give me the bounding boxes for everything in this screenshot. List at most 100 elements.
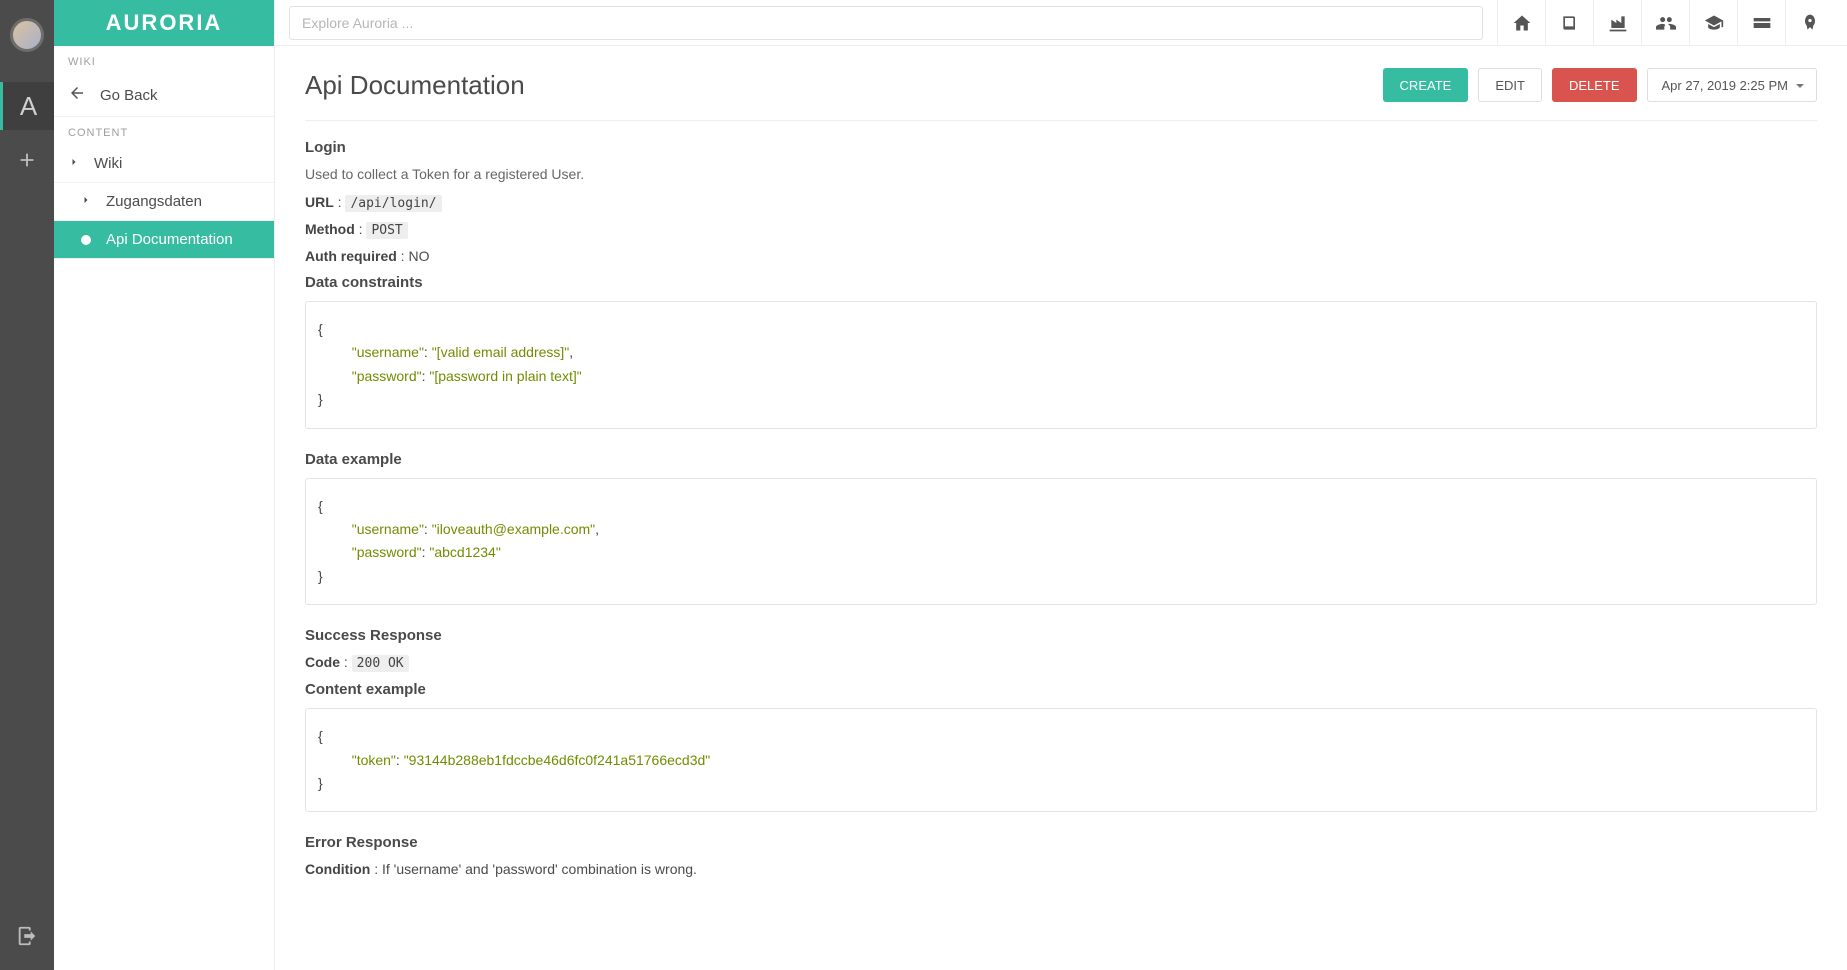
heading-success: Success Response <box>305 627 1817 644</box>
colon: : <box>424 344 432 360</box>
comma: , <box>595 521 599 537</box>
card-icon <box>1752 13 1772 33</box>
chevron-right-icon <box>80 193 92 210</box>
sidebar-item-api-documentation[interactable]: Api Documentation <box>54 221 274 259</box>
code-constraints: { "username": "[valid email address]", "… <box>305 301 1817 429</box>
sidebar-item-zugangsdaten-label: Zugangsdaten <box>106 193 202 210</box>
sidebar-item-wiki-label: Wiki <box>94 155 122 172</box>
sidebar-item-wiki[interactable]: Wiki <box>54 145 274 183</box>
code-key: "username" <box>352 344 424 360</box>
nav-card[interactable] <box>1737 0 1785 46</box>
nav-graduation[interactable] <box>1689 0 1737 46</box>
chevron-right-icon <box>68 155 80 172</box>
delete-button[interactable]: DELETE <box>1552 68 1637 102</box>
create-button[interactable]: CREATE <box>1383 68 1469 102</box>
mini-rail: A <box>0 0 54 970</box>
sidebar-item-zugangsdaten[interactable]: Zugangsdaten <box>54 183 274 221</box>
arrow-left-icon <box>68 84 86 106</box>
nav-home[interactable] <box>1497 0 1545 46</box>
sidebar-go-back[interactable]: Go Back <box>54 74 274 117</box>
heading-error: Error Response <box>305 834 1817 851</box>
code-str: "[valid email address]" <box>432 344 570 360</box>
colon: : <box>355 221 367 237</box>
kv-auth: Auth required : NO <box>305 248 1817 264</box>
users-icon <box>1656 13 1676 33</box>
method-value: POST <box>366 222 407 239</box>
colon: : <box>370 861 382 877</box>
colon: : <box>340 654 352 670</box>
code-str: "abcd1234" <box>429 544 500 560</box>
login-description: Used to collect a Token for a registered… <box>305 166 1817 182</box>
avatar[interactable] <box>10 18 44 52</box>
brace: { <box>318 728 323 744</box>
brace: { <box>318 321 323 337</box>
rail-workspace-letter[interactable]: A <box>0 82 54 130</box>
top-bar <box>275 0 1847 46</box>
code-key: "password" <box>352 368 422 384</box>
kv-method: Method : POST <box>305 221 1817 238</box>
dot-icon <box>80 235 92 245</box>
code-str: "93144b288eb1fdccbe46d6fc0f241a51766ecd3… <box>404 752 711 768</box>
sidebar-section-content-title: CONTENT <box>54 117 274 145</box>
logout-icon <box>16 925 38 947</box>
url-value: /api/login/ <box>345 195 441 212</box>
comma: , <box>569 344 573 360</box>
kv-url: URL : /api/login/ <box>305 194 1817 211</box>
rocket-icon <box>1800 13 1820 33</box>
brace: } <box>318 391 323 407</box>
home-icon <box>1512 13 1532 33</box>
code-str: "iloveauth@example.com" <box>432 521 595 537</box>
date-value: Apr 27, 2019 2:25 PM <box>1662 78 1788 93</box>
page-content: Api Documentation CREATE EDIT DELETE Apr… <box>275 46 1847 970</box>
kv-code: Code : 200 OK <box>305 654 1817 671</box>
graduation-icon <box>1704 13 1724 33</box>
code-value: 200 OK <box>352 655 409 672</box>
nav-rocket[interactable] <box>1785 0 1833 46</box>
page-header: Api Documentation CREATE EDIT DELETE Apr… <box>305 68 1817 102</box>
code-key: "password" <box>352 544 422 560</box>
code-key: "username" <box>352 521 424 537</box>
nav-industry[interactable] <box>1593 0 1641 46</box>
page-actions: CREATE EDIT DELETE Apr 27, 2019 2:25 PM <box>1383 68 1817 102</box>
logout-button[interactable] <box>0 912 54 960</box>
add-workspace-button[interactable] <box>0 136 54 184</box>
industry-icon <box>1608 13 1628 33</box>
colon: : <box>396 752 404 768</box>
condition-label: Condition <box>305 861 370 877</box>
url-label: URL <box>305 194 334 210</box>
brace: { <box>318 498 323 514</box>
sidebar-section-wiki-title: WIKI <box>54 46 274 74</box>
nav-book[interactable] <box>1545 0 1593 46</box>
plus-icon <box>16 149 38 171</box>
heading-login: Login <box>305 139 1817 156</box>
code-key: "token" <box>352 752 396 768</box>
book-icon <box>1560 13 1580 33</box>
date-dropdown[interactable]: Apr 27, 2019 2:25 PM <box>1647 68 1817 102</box>
sidebar: AURORIA WIKI Go Back CONTENT Wiki Zugang… <box>54 0 275 970</box>
code-label: Code <box>305 654 340 670</box>
colon: : <box>334 194 346 210</box>
sidebar-item-api-documentation-label: Api Documentation <box>106 231 233 248</box>
heading-data-example: Data example <box>305 451 1817 468</box>
main-column: Api Documentation CREATE EDIT DELETE Apr… <box>275 0 1847 970</box>
top-icons <box>1497 0 1833 46</box>
heading-content-example: Content example <box>305 681 1817 698</box>
heading-constraints: Data constraints <box>305 274 1817 291</box>
divider <box>305 120 1817 121</box>
document-body: Login Used to collect a Token for a regi… <box>305 139 1817 877</box>
brace: } <box>318 775 323 791</box>
code-data-example: { "username": "iloveauth@example.com", "… <box>305 478 1817 606</box>
edit-button[interactable]: EDIT <box>1478 68 1542 102</box>
code-str: "[password in plain text]" <box>429 368 581 384</box>
brand-logo[interactable]: AURORIA <box>54 0 274 46</box>
nav-users[interactable] <box>1641 0 1689 46</box>
search-input[interactable] <box>289 6 1483 40</box>
code-token: { "token": "93144b288eb1fdccbe46d6fc0f24… <box>305 708 1817 812</box>
sidebar-go-back-label: Go Back <box>100 87 158 104</box>
auth-label: Auth required <box>305 248 397 264</box>
page-title: Api Documentation <box>305 70 525 101</box>
method-label: Method <box>305 221 355 237</box>
colon: : <box>397 248 409 264</box>
condition-value: If 'username' and 'password' combination… <box>382 861 697 877</box>
auth-value: NO <box>408 248 429 264</box>
